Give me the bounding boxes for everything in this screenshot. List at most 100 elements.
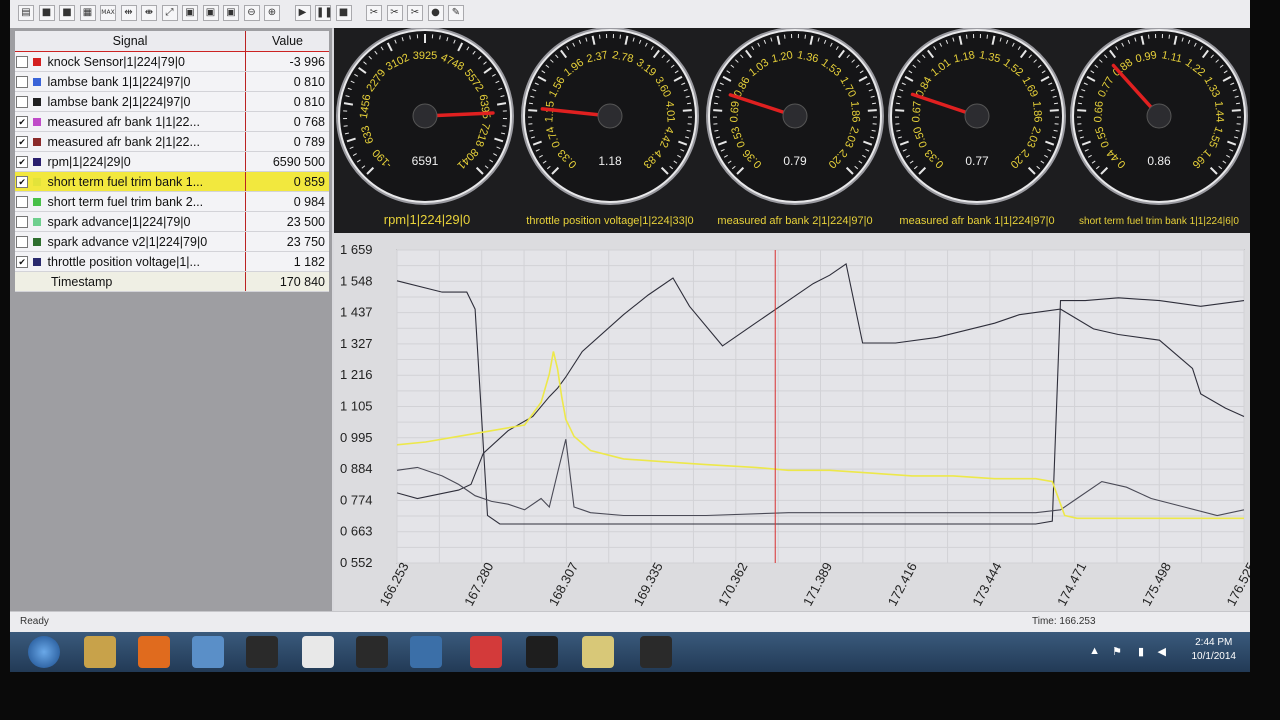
grid-icon[interactable]: ▦ — [79, 5, 96, 21]
signal-value: 0 789 — [245, 131, 329, 152]
signal-row[interactable]: lambse bank 1|1|224|97|0 0 810 — [15, 71, 329, 92]
gauge-hub — [1146, 103, 1172, 129]
signal-checkbox[interactable]: ✔ — [16, 136, 29, 149]
square-icon[interactable]: ■ — [59, 5, 75, 21]
square-icon[interactable]: ■ — [38, 5, 55, 21]
signal-checkbox[interactable] — [16, 56, 29, 69]
signal-column-header[interactable]: Signal — [15, 31, 246, 52]
clock[interactable]: 2:44 PM 10/1/2014 — [1192, 636, 1237, 664]
app-icon[interactable] — [410, 636, 442, 668]
ect-icon[interactable] — [246, 636, 278, 668]
app-icon[interactable] — [302, 636, 334, 668]
gauge-tick — [986, 34, 989, 39]
gauge-readout: 0.86 — [1147, 154, 1171, 168]
gauge: 0.330.741.151.561.96 2.37 2.78 3.193.604.01… — [521, 27, 699, 227]
signal-checkbox[interactable] — [16, 76, 29, 89]
signal-checkbox[interactable]: ✔ — [16, 256, 29, 269]
x-tick-label: 166.253 — [376, 560, 411, 609]
app-icon[interactable] — [192, 636, 224, 668]
signal-row[interactable]: spark advance v2|1|224|79|0 23 750 — [15, 231, 329, 252]
signal-color-swatch — [33, 178, 42, 187]
eye-icon[interactable] — [582, 636, 614, 668]
gauge-tick — [1168, 34, 1171, 39]
y-tick-label: 0 552 — [340, 555, 373, 570]
signal-checkbox[interactable] — [16, 96, 29, 109]
box-icon[interactable]: ▣ — [202, 5, 219, 21]
y-tick-label: 1 216 — [340, 367, 373, 382]
app-icon[interactable] — [356, 636, 388, 668]
gauge-tick — [804, 34, 807, 39]
signal-color-swatch — [33, 138, 42, 147]
y-tick-label: 0 774 — [340, 492, 373, 507]
arrows-in-icon[interactable]: ⇹ — [120, 5, 137, 21]
stop-icon[interactable]: ■ — [335, 5, 352, 21]
pause-icon[interactable]: ❚❚ — [315, 5, 333, 21]
tool-icon[interactable]: ✂ — [407, 5, 423, 21]
line-chart[interactable]: 1 659 1 548 1 437 1 327 1 216 1 105 0 995 0 884… — [334, 233, 1259, 611]
signal-row[interactable]: ✔ short term fuel trim bank 1... 0 859 — [15, 171, 329, 192]
x-tick-label: 172.416 — [885, 560, 920, 609]
arrows-expand-icon[interactable]: ⤢ — [161, 5, 178, 21]
gauge-readout: 6591 — [412, 154, 439, 168]
signal-color-swatch — [33, 198, 42, 207]
max-icon[interactable]: MAX — [100, 5, 116, 21]
signal-checkbox[interactable]: ✔ — [16, 156, 29, 169]
box-icon[interactable]: ▣ — [182, 5, 198, 21]
flag-icon[interactable]: ⚑ — [1112, 645, 1122, 658]
record-icon[interactable]: ● — [427, 5, 444, 21]
arrows-out-icon[interactable]: ⇼ — [141, 5, 157, 21]
signal-checkbox[interactable] — [16, 196, 29, 209]
x-tick-label: 170.362 — [715, 560, 750, 609]
tool-icon[interactable]: ✂ — [386, 5, 403, 21]
app-icon[interactable] — [470, 636, 502, 668]
signal-icon[interactable]: ▮ — [1138, 645, 1144, 658]
ect-icon[interactable] — [640, 636, 672, 668]
signal-checkbox[interactable] — [16, 236, 29, 249]
tray-arrow-icon[interactable]: ▲ — [1089, 645, 1100, 657]
pen-icon[interactable]: ✎ — [448, 5, 464, 21]
tool-icon[interactable]: ✂ — [366, 5, 382, 21]
gauge-label: rpm|1|224|29|0 — [384, 212, 471, 227]
start-orb-icon[interactable] — [28, 636, 60, 668]
y-tick-label: 1 327 — [340, 336, 373, 351]
firefox-icon[interactable] — [138, 636, 170, 668]
chart-icon[interactable]: ▤ — [18, 5, 34, 21]
folder-icon[interactable] — [84, 636, 116, 668]
signal-row[interactable]: knock Sensor|1|224|79|0 -3 996 — [15, 51, 329, 72]
clock-date: 10/1/2014 — [1191, 651, 1237, 662]
box-icon[interactable]: ▣ — [223, 5, 239, 21]
app-icon[interactable] — [526, 636, 558, 668]
volume-icon[interactable]: ◀ — [1158, 645, 1166, 658]
signal-row[interactable]: short term fuel trim bank 2... 0 984 — [15, 191, 329, 212]
gauge-label: short term fuel trim bank 1|1|224|6|0 — [1079, 216, 1239, 227]
gauge-tick — [895, 109, 905, 112]
signal-row[interactable]: ✔ rpm|1|224|29|0 6590 500 — [15, 151, 329, 172]
value-column-header[interactable]: Value — [245, 31, 329, 52]
signal-name: knock Sensor|1|224|79|0 — [45, 51, 246, 72]
signal-row[interactable]: ✔ measured afr bank 2|1|22... 0 789 — [15, 131, 329, 152]
x-tick-label: 171.389 — [800, 560, 835, 609]
signal-row[interactable]: spark advance|1|224|79|0 23 500 — [15, 211, 329, 232]
signal-name: lambse bank 2|1|224|97|0 — [45, 91, 246, 112]
signal-checkbox[interactable] — [16, 216, 29, 229]
zoom-out-icon[interactable]: ⊖ — [243, 5, 260, 21]
signal-checkbox[interactable]: ✔ — [16, 176, 29, 189]
signal-row[interactable]: ✔ measured afr bank 1|1|22... 0 768 — [15, 111, 329, 132]
signal-row[interactable]: ✔ throttle position voltage|1|... 1 182 — [15, 251, 329, 272]
signal-value: 23 500 — [245, 211, 329, 232]
signal-value: 0 859 — [245, 171, 329, 192]
signal-checkbox[interactable]: ✔ — [16, 116, 29, 129]
zoom-in-icon[interactable]: ⊕ — [264, 5, 280, 21]
gauge-tick — [783, 34, 786, 39]
signal-row[interactable]: lambse bank 2|1|224|97|0 0 810 — [15, 91, 329, 112]
signal-color-swatch — [33, 98, 42, 107]
gauge-tick — [686, 102, 692, 105]
gauge-tick — [1231, 109, 1241, 112]
signal-name: throttle position voltage|1|... — [45, 251, 246, 272]
toolbar: ▤ ■ ■ ▦ MAX ⇹ ⇼ ⤢ ▣ ▣ ▣ ⊖ ⊕ ▶ ❚❚ ■ ✂ ✂ ✂ ● ✎ — [10, 0, 1250, 29]
signal-value: 0 810 — [245, 91, 329, 112]
y-tick-label: 1 105 — [340, 399, 373, 414]
gauge-tick — [682, 109, 692, 112]
x-tick-label: 167.280 — [461, 560, 496, 609]
play-icon[interactable]: ▶ — [294, 5, 311, 21]
